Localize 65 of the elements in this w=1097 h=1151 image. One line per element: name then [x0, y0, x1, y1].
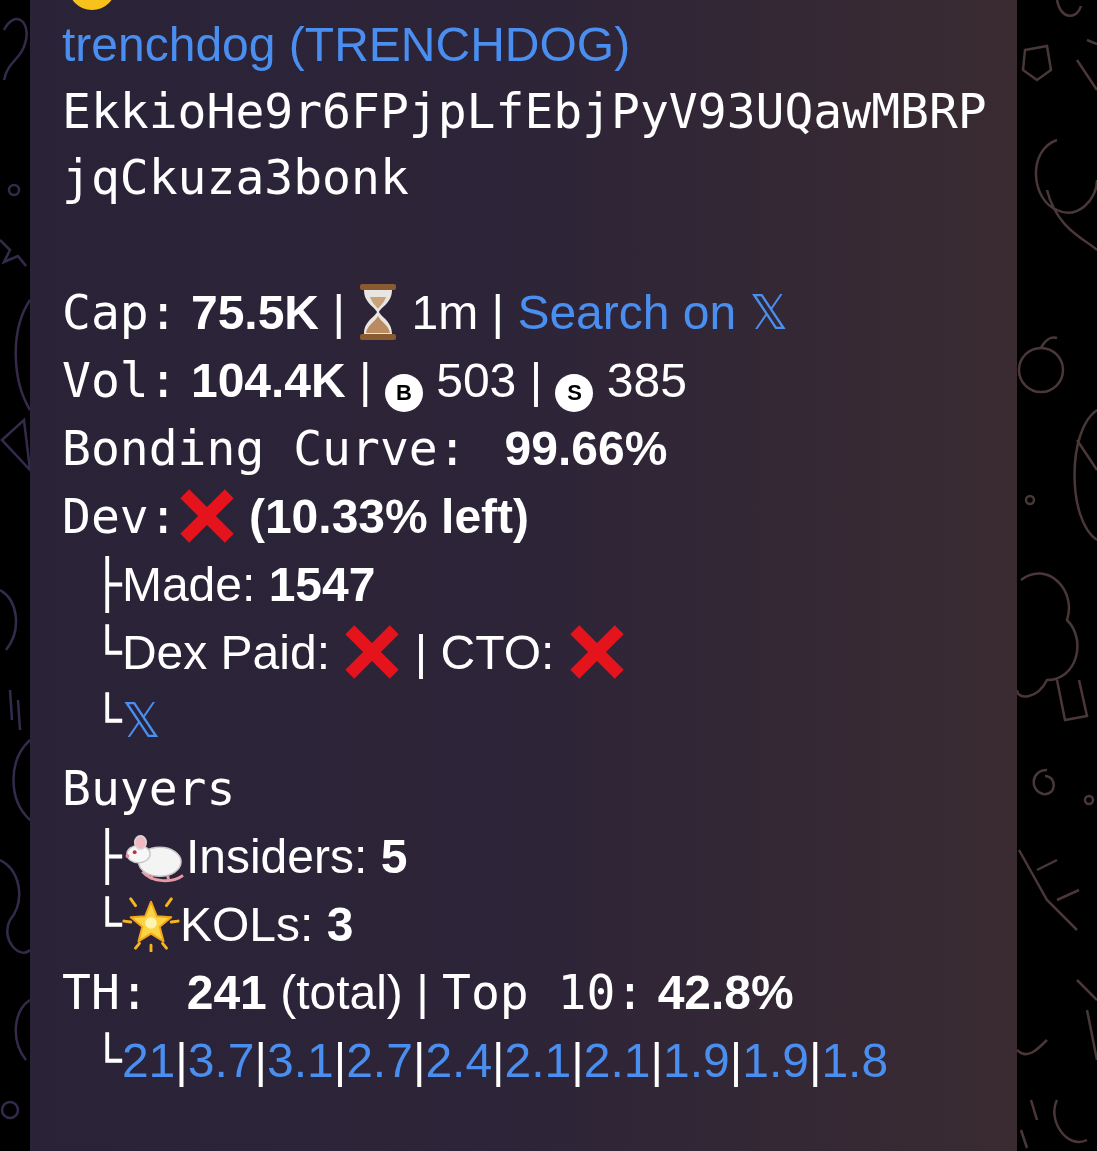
hourglass-icon — [358, 283, 399, 341]
buys-count: 503 — [436, 354, 517, 407]
pipe-separator: | — [650, 1034, 663, 1087]
pipe-separator: | — [332, 286, 345, 339]
top-ten-label: Top 10: — [442, 964, 645, 1020]
buys-marker: B — [384, 374, 423, 412]
contract-address-text: EkkioHe9r6FPjpLfEbjPyV93UQawMBRP — [62, 83, 987, 139]
cap-label: Cap: — [62, 284, 178, 340]
contract-address-text: jqCkuza3bonk — [62, 149, 409, 205]
pipe-separator: | — [416, 966, 429, 1019]
buyers-label: Buyers — [62, 760, 236, 816]
tree-branch: └ — [93, 1032, 122, 1088]
cto-label: CTO: — [440, 626, 555, 679]
sells-marker: S — [555, 374, 594, 412]
dev-label: Dev: — [62, 488, 178, 544]
cap-value: 75.5K — [190, 286, 320, 339]
holders-total: 241 — [186, 966, 267, 1019]
holder-share-link[interactable]: 2.1 — [504, 1034, 572, 1087]
volume-value: 104.4K — [190, 354, 346, 407]
holder-share-link[interactable]: 2.4 — [425, 1034, 493, 1087]
holder-share-link[interactable]: 1.8 — [821, 1034, 889, 1087]
age-text: 1m — [411, 286, 479, 339]
tree-branch: └ — [93, 896, 122, 952]
holder-share-link[interactable]: 3.1 — [266, 1034, 334, 1087]
made-count: 1547 — [268, 558, 376, 611]
tree-branch: └ — [93, 692, 122, 748]
dev-holding-text: (10.33% left) — [248, 490, 530, 543]
buyer-count: 3 — [326, 898, 354, 951]
sells-count: 385 — [606, 354, 687, 407]
holders-label: TH: — [62, 964, 149, 1020]
holder-share-link[interactable]: 1.9 — [663, 1034, 730, 1087]
pipe-separator: | — [729, 1034, 743, 1087]
token-name-link[interactable]: trenchdog (TRENCHDOG) — [62, 18, 631, 71]
pipe-separator: | — [333, 1034, 347, 1087]
tree-branch: └ — [93, 624, 122, 680]
holder-share-link[interactable]: 2.1 — [583, 1034, 651, 1087]
pipe-separator: | — [412, 1034, 426, 1087]
pipe-separator: | — [175, 1034, 188, 1087]
buyer-label: KOLs: — [179, 898, 314, 951]
bonding-curve-label: Bonding Curve: — [62, 420, 467, 476]
pipe-separator: | — [254, 1034, 267, 1087]
pipe-separator: | — [808, 1034, 822, 1087]
holder-share-link[interactable]: 2.7 — [346, 1034, 413, 1087]
tree-branch: ├ — [93, 556, 122, 612]
pipe-separator: | — [571, 1034, 584, 1087]
x-link[interactable]: 𝕏 — [121, 692, 161, 748]
pipe-separator: | — [492, 1034, 505, 1087]
pipe-separator: | — [491, 286, 505, 339]
holder-share-link[interactable]: 21 — [121, 1034, 176, 1087]
search-link[interactable]: Search on 𝕏 — [517, 286, 789, 339]
tree-branch: ├ — [93, 828, 122, 884]
top-ten-value: 42.8% — [657, 966, 794, 1019]
dex-paid-label: Dex Paid: — [121, 626, 330, 679]
buyer-count: 5 — [380, 830, 408, 883]
pipe-separator: | — [359, 354, 372, 407]
pipe-separator: | — [414, 626, 428, 679]
bonding-curve-value: 99.66% — [504, 422, 668, 475]
pipe-separator: | — [529, 354, 543, 407]
star-icon — [121, 894, 180, 952]
volume-label: Vol: — [62, 352, 178, 408]
holder-share-link[interactable]: 1.9 — [742, 1034, 809, 1087]
holder-share-link[interactable]: 3.7 — [187, 1034, 255, 1087]
made-label: Made: — [121, 558, 256, 611]
buyer-label: Insiders: — [185, 830, 368, 883]
total-note: (total) — [280, 966, 403, 1019]
